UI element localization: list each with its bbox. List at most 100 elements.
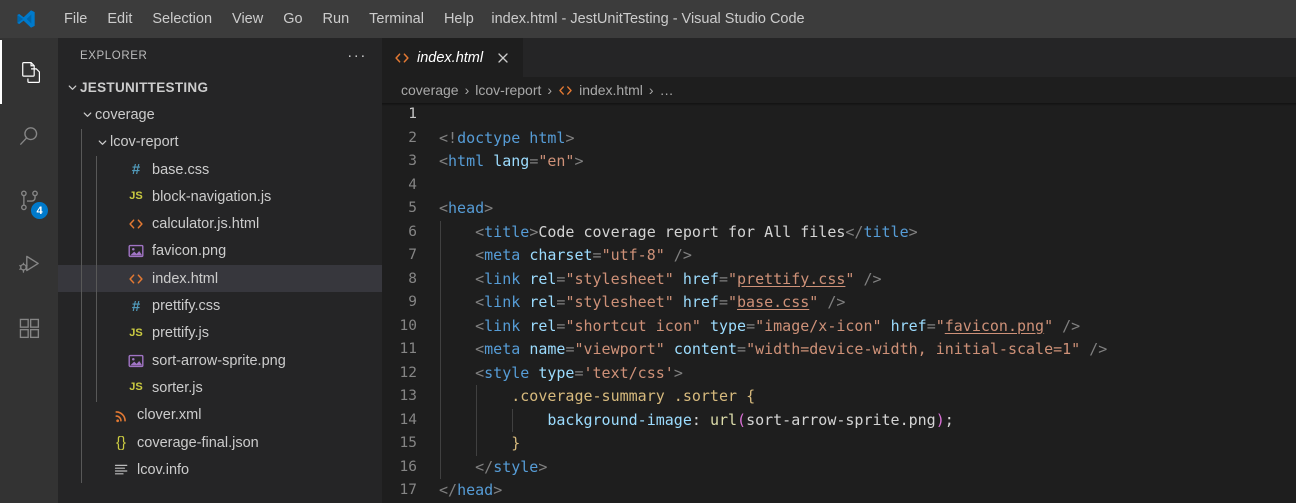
activitybar-item-extensions[interactable] — [0, 296, 58, 360]
title-bar: File Edit Selection View Go Run Terminal… — [0, 0, 1296, 38]
tree-file[interactable]: {} coverage-final.json — [58, 428, 382, 457]
tree-indent-guide — [81, 346, 82, 375]
menu-item-edit[interactable]: Edit — [97, 8, 142, 30]
tree-file[interactable]: calculator.js.html — [58, 210, 382, 238]
code-line[interactable]: 6 <title>Code coverage report for All fi… — [382, 220, 1296, 245]
html-icon — [125, 271, 147, 287]
tree-file[interactable]: index.html — [58, 265, 382, 293]
chevron-down-icon[interactable] — [64, 81, 80, 94]
code-line[interactable]: 17 </head> — [382, 479, 1296, 503]
code-line[interactable]: 5 <head> — [382, 197, 1296, 221]
code-token: meta — [484, 340, 521, 358]
tree-file[interactable]: sort-arrow-sprite.png — [58, 346, 382, 375]
menu-item-go[interactable]: Go — [273, 8, 312, 30]
tree-file[interactable]: favicon.png — [58, 237, 382, 266]
tree-folder[interactable]: coverage — [58, 101, 382, 128]
tree-file[interactable]: JS prettify.js — [58, 319, 382, 347]
code-line[interactable]: 13 .coverage-summary .sorter { — [382, 385, 1296, 409]
code-token: = — [718, 269, 728, 288]
code-text: </style> — [439, 456, 547, 480]
tree-item-label: prettify.css — [152, 298, 221, 315]
code-line[interactable]: 12 <style type='text/css'> — [382, 361, 1296, 385]
code-token: { — [746, 387, 756, 405]
tab-index-html[interactable]: index.html — [382, 38, 525, 77]
chevron-down-icon[interactable] — [94, 136, 110, 149]
tree-item-label: calculator.js.html — [152, 216, 260, 233]
code-text: <title>Code coverage report for All file… — [439, 221, 918, 245]
activitybar-item-explorer[interactable] — [0, 40, 58, 104]
tree-file[interactable]: # base.css — [58, 155, 382, 184]
tree-file[interactable]: JS sorter.js — [58, 374, 382, 402]
code-token: "en" — [538, 152, 575, 170]
code-token: rel — [529, 269, 557, 288]
code-line[interactable]: 2 <!doctype html> — [382, 127, 1296, 151]
activitybar-item-search[interactable] — [0, 104, 58, 168]
code-token: } — [511, 434, 521, 452]
run-debug-icon — [17, 252, 42, 277]
activitybar-item-source-control[interactable]: 4 — [0, 168, 58, 232]
code-text: } — [439, 432, 520, 456]
code-token: base.css — [737, 293, 810, 311]
tree-indent-guide — [81, 374, 82, 402]
file-tree[interactable]: JESTUNITTESTING coverage lcov-report # base.… — [58, 74, 382, 503]
code-line[interactable]: 7 <meta charset="utf-8" /> — [382, 244, 1296, 268]
activitybar-item-run-and-debug[interactable] — [0, 232, 58, 296]
tree-indent-guide — [81, 265, 82, 293]
code-token: ) — [935, 410, 945, 429]
tree-folder[interactable]: lcov-report — [58, 128, 382, 156]
code-line[interactable]: 3 <html lang="en"> — [382, 150, 1296, 174]
code-text: <link rel="stylesheet" href="prettify.cs… — [439, 268, 882, 292]
code-editor[interactable]: 1 2 <!doctype html> 3 <html lang="en"> 4 5 <hea… — [382, 103, 1296, 503]
code-line[interactable]: 14 background-image: url(sort-arrow-spri… — [382, 408, 1296, 432]
code-token: /> — [854, 269, 882, 288]
code-token: = — [718, 293, 728, 311]
tree-file[interactable]: # prettify.css — [58, 292, 382, 320]
explorer-title: EXPLORER — [80, 50, 148, 62]
breadcrumb-item-coverage[interactable]: coverage — [401, 82, 459, 98]
code-line[interactable]: 9 <link rel="stylesheet" href="base.css"… — [382, 291, 1296, 315]
code-line[interactable]: 15 } — [382, 432, 1296, 456]
breadcrumb-item-index-html[interactable]: index.html — [579, 82, 643, 98]
code-token: "stylesheet" — [565, 269, 674, 288]
menu-item-view[interactable]: View — [222, 8, 273, 30]
code-line[interactable]: 11 <meta name="viewport" content="width=… — [382, 338, 1296, 362]
menu-item-selection[interactable]: Selection — [142, 8, 222, 30]
menu-item-file[interactable]: File — [54, 8, 97, 30]
close-icon[interactable] — [493, 48, 513, 68]
tree-file[interactable]: JS block-navigation.js — [58, 183, 382, 211]
menu-item-help[interactable]: Help — [434, 8, 484, 30]
tree-file[interactable]: clover.xml — [58, 401, 382, 429]
breadcrumb-item-lcov-report[interactable]: lcov-report — [475, 82, 541, 98]
chevron-down-icon[interactable] — [79, 108, 95, 121]
tree-file[interactable]: lcov.info — [58, 456, 382, 484]
code-line[interactable]: 1 — [382, 103, 1296, 127]
js-icon: JS — [129, 190, 143, 203]
code-line[interactable]: 4 — [382, 174, 1296, 198]
html-icon — [558, 83, 573, 98]
breadcrumb-item-overflow[interactable]: … — [660, 82, 674, 98]
code-line[interactable]: 8 <link rel="stylesheet" href="prettify.… — [382, 267, 1296, 292]
explorer-more-actions-button[interactable]: ··· — [344, 48, 370, 63]
tree-item-label: prettify.js — [152, 325, 209, 342]
menu-bar: File Edit Selection View Go Run Terminal… — [54, 0, 484, 38]
line-number: 4 — [408, 176, 417, 193]
menu-item-run[interactable]: Run — [313, 8, 360, 30]
tree-indent-guide — [81, 428, 82, 457]
code-token: prettify.css — [737, 269, 846, 288]
code-token: rel — [529, 316, 557, 335]
tree-root-folder[interactable]: JESTUNITTESTING — [58, 74, 382, 101]
code-token: link — [484, 269, 521, 288]
code-token: 'text/css' — [583, 363, 674, 382]
code-line[interactable]: 16 </style> — [382, 455, 1296, 480]
code-line[interactable]: 10 <link rel="shortcut icon" type="image… — [382, 314, 1296, 338]
tree-item-label: sort-arrow-sprite.png — [152, 352, 286, 369]
code-token: href — [682, 269, 719, 288]
menu-item-terminal[interactable]: Terminal — [359, 8, 434, 30]
code-token: favicon.png — [944, 316, 1045, 335]
